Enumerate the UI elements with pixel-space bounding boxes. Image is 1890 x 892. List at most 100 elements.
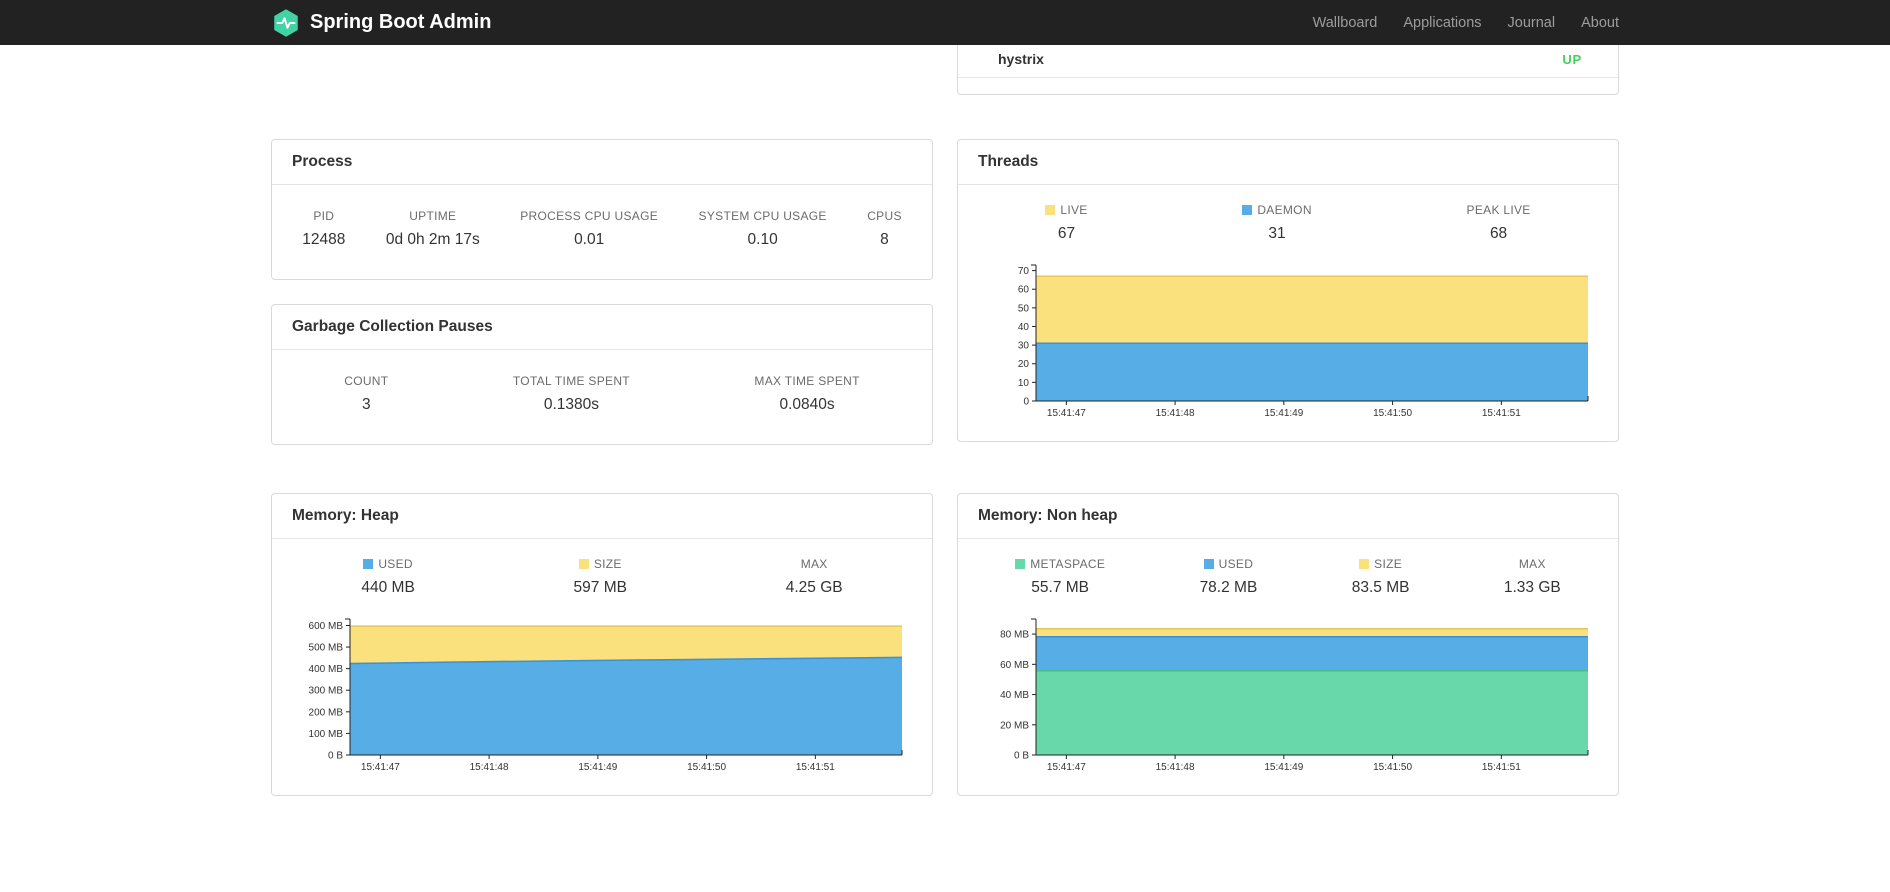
- stat-heap-size: SIZE 597 MB: [574, 557, 627, 597]
- stat-label: PEAK LIVE: [1466, 203, 1531, 217]
- stat-threads-live: LIVE 67: [1045, 203, 1087, 243]
- svg-text:40: 40: [1018, 322, 1030, 333]
- svg-text:0: 0: [1023, 397, 1029, 408]
- stat-pid: PID 12488: [302, 209, 345, 249]
- stat-label: CPUS: [867, 209, 902, 223]
- gc-card-title: Garbage Collection Pauses: [272, 305, 932, 350]
- stat-label: UPTIME: [409, 209, 457, 223]
- svg-text:200 MB: 200 MB: [309, 707, 344, 718]
- stat-value: 67: [1057, 225, 1076, 242]
- svg-text:20: 20: [1018, 359, 1030, 370]
- memory-heap-card-title: Memory: Heap: [272, 494, 932, 539]
- memory-nonheap-card: Memory: Non heap METASPACE 55.7 MB USED …: [957, 493, 1619, 796]
- used-series-swatch: [1203, 559, 1214, 569]
- memory-nonheap-legend-stats: METASPACE 55.7 MB USED 78.2 MB SIZE 83.5…: [958, 539, 1618, 605]
- stat-label: TOTAL TIME SPENT: [512, 374, 630, 388]
- nav-item-about[interactable]: About: [1568, 15, 1619, 31]
- svg-text:15:41:49: 15:41:49: [1264, 408, 1303, 419]
- stat-label: PROCESS CPU USAGE: [520, 209, 659, 223]
- nav-item-journal[interactable]: Journal: [1495, 15, 1569, 31]
- stat-process-cpu-usage: PROCESS CPU USAGE 0.01: [520, 209, 658, 249]
- svg-text:400 MB: 400 MB: [309, 664, 344, 675]
- used-series-swatch: [363, 559, 374, 569]
- svg-text:100 MB: 100 MB: [309, 729, 344, 740]
- gc-pauses-card: Garbage Collection Pauses COUNT 3 TOTAL …: [271, 304, 933, 445]
- stat-metaspace: METASPACE 55.7 MB: [1015, 557, 1105, 597]
- stat-uptime: UPTIME 0d 0h 2m 17s: [386, 209, 480, 249]
- stat-label: USED: [378, 557, 413, 571]
- stat-threads-peak-live: PEAK LIVE 68: [1467, 203, 1531, 243]
- stat-heap-used: USED 440 MB: [361, 557, 414, 597]
- svg-text:30: 30: [1018, 341, 1030, 352]
- spring-boot-admin-logo-icon: [271, 8, 301, 38]
- stat-nonheap-max: MAX 1.33 GB: [1504, 557, 1561, 597]
- svg-text:40 MB: 40 MB: [1000, 690, 1029, 701]
- stat-value: 55.7 MB: [1031, 579, 1090, 596]
- stat-value: 4.25 GB: [785, 579, 843, 596]
- svg-text:70: 70: [1018, 266, 1030, 277]
- svg-text:15:41:50: 15:41:50: [1373, 408, 1412, 419]
- health-indicator-name: hystrix: [998, 51, 1044, 67]
- svg-text:15:41:51: 15:41:51: [1482, 762, 1521, 773]
- stat-label: MAX: [1518, 557, 1546, 571]
- process-card-title: Process: [272, 140, 932, 185]
- svg-text:0 B: 0 B: [1014, 751, 1029, 762]
- stat-value: 78.2 MB: [1199, 579, 1258, 596]
- memory-nonheap-chart: 0 B 20 MB 40 MB 60 MB 80 MB 15:41:47 15:41:48 1…: [1000, 618, 1589, 773]
- metaspace-series-swatch: [1015, 559, 1026, 569]
- top-row-spacer: [271, 45, 933, 95]
- svg-text:500 MB: 500 MB: [309, 643, 344, 654]
- stat-label: SIZE: [593, 557, 622, 571]
- stat-value: 0d 0h 2m 17s: [385, 231, 480, 248]
- size-series-swatch: [1359, 559, 1370, 569]
- nav-item-applications[interactable]: Applications: [1390, 15, 1494, 31]
- health-status-badge: UP: [1562, 51, 1582, 67]
- svg-text:50: 50: [1018, 303, 1030, 314]
- brand-link[interactable]: Spring Boot Admin: [271, 8, 491, 38]
- stat-label: DAEMON: [1257, 203, 1312, 217]
- stat-label: PID: [313, 209, 335, 223]
- health-details-card: hystrix UP: [957, 45, 1619, 95]
- stat-label: MAX TIME SPENT: [754, 374, 860, 388]
- svg-text:300 MB: 300 MB: [309, 686, 344, 697]
- stat-value: 0.01: [574, 231, 605, 248]
- stat-label: USED: [1218, 557, 1254, 571]
- threads-chart: 0 10 20 30 40 50 60 70 15:41:47 15:41:48 15:41:49 1…: [1018, 264, 1589, 419]
- threads-card: Threads LIVE 67 DAEMON 31 PEAK LIVE 68 0…: [957, 139, 1619, 442]
- stat-label: SYSTEM CPU USAGE: [698, 209, 827, 223]
- stat-value: 597 MB: [573, 579, 627, 596]
- svg-text:15:41:47: 15:41:47: [1047, 408, 1086, 419]
- threads-legend-stats: LIVE 67 DAEMON 31 PEAK LIVE 68: [958, 185, 1618, 251]
- svg-text:15:41:47: 15:41:47: [1047, 762, 1086, 773]
- page-content: hystrix UP Process PID 12488 UPTIME 0d 0…: [271, 45, 1619, 866]
- stat-label: SIZE: [1374, 557, 1403, 571]
- svg-text:15:41:50: 15:41:50: [1373, 762, 1412, 773]
- brand-title: Spring Boot Admin: [310, 11, 492, 33]
- stat-value: 440 MB: [361, 579, 415, 596]
- stat-label: MAX: [800, 557, 828, 571]
- stat-value: 12488: [302, 231, 346, 248]
- stat-label: COUNT: [344, 374, 389, 388]
- gc-stats: COUNT 3 TOTAL TIME SPENT 0.1380s MAX TIM…: [272, 350, 932, 444]
- navbar-links: Wallboard Applications Journal About: [1300, 15, 1619, 31]
- svg-text:15:41:50: 15:41:50: [687, 762, 726, 773]
- svg-text:15:41:48: 15:41:48: [470, 762, 509, 773]
- svg-text:15:41:47: 15:41:47: [361, 762, 400, 773]
- stat-gc-max-time: MAX TIME SPENT 0.0840s: [754, 374, 859, 414]
- nav-item-wallboard[interactable]: Wallboard: [1300, 15, 1391, 31]
- stat-value: 31: [1268, 225, 1286, 242]
- top-navbar: Spring Boot Admin Wallboard Applications…: [0, 0, 1890, 45]
- stat-value: 1.33 GB: [1503, 579, 1561, 596]
- threads-card-title: Threads: [958, 140, 1618, 185]
- memory-heap-legend-stats: USED 440 MB SIZE 597 MB MAX 4.25 GB: [272, 539, 932, 605]
- svg-text:15:41:51: 15:41:51: [1482, 408, 1521, 419]
- stat-gc-total-time: TOTAL TIME SPENT 0.1380s: [513, 374, 630, 414]
- svg-text:60: 60: [1018, 285, 1030, 296]
- stat-value: 83.5 MB: [1351, 579, 1410, 596]
- memory-heap-chart: 0 B 100 MB 200 MB 300 MB 400 MB 500 MB 600 MB 1…: [309, 618, 903, 773]
- stat-value: 3: [362, 396, 371, 413]
- memory-nonheap-chart-area: 0 B 20 MB 40 MB 60 MB 80 MB 15:41:47 15:41:48 1…: [958, 605, 1618, 795]
- memory-nonheap-card-title: Memory: Non heap: [958, 494, 1618, 539]
- svg-text:10: 10: [1018, 378, 1030, 389]
- live-series-swatch: [1045, 205, 1056, 215]
